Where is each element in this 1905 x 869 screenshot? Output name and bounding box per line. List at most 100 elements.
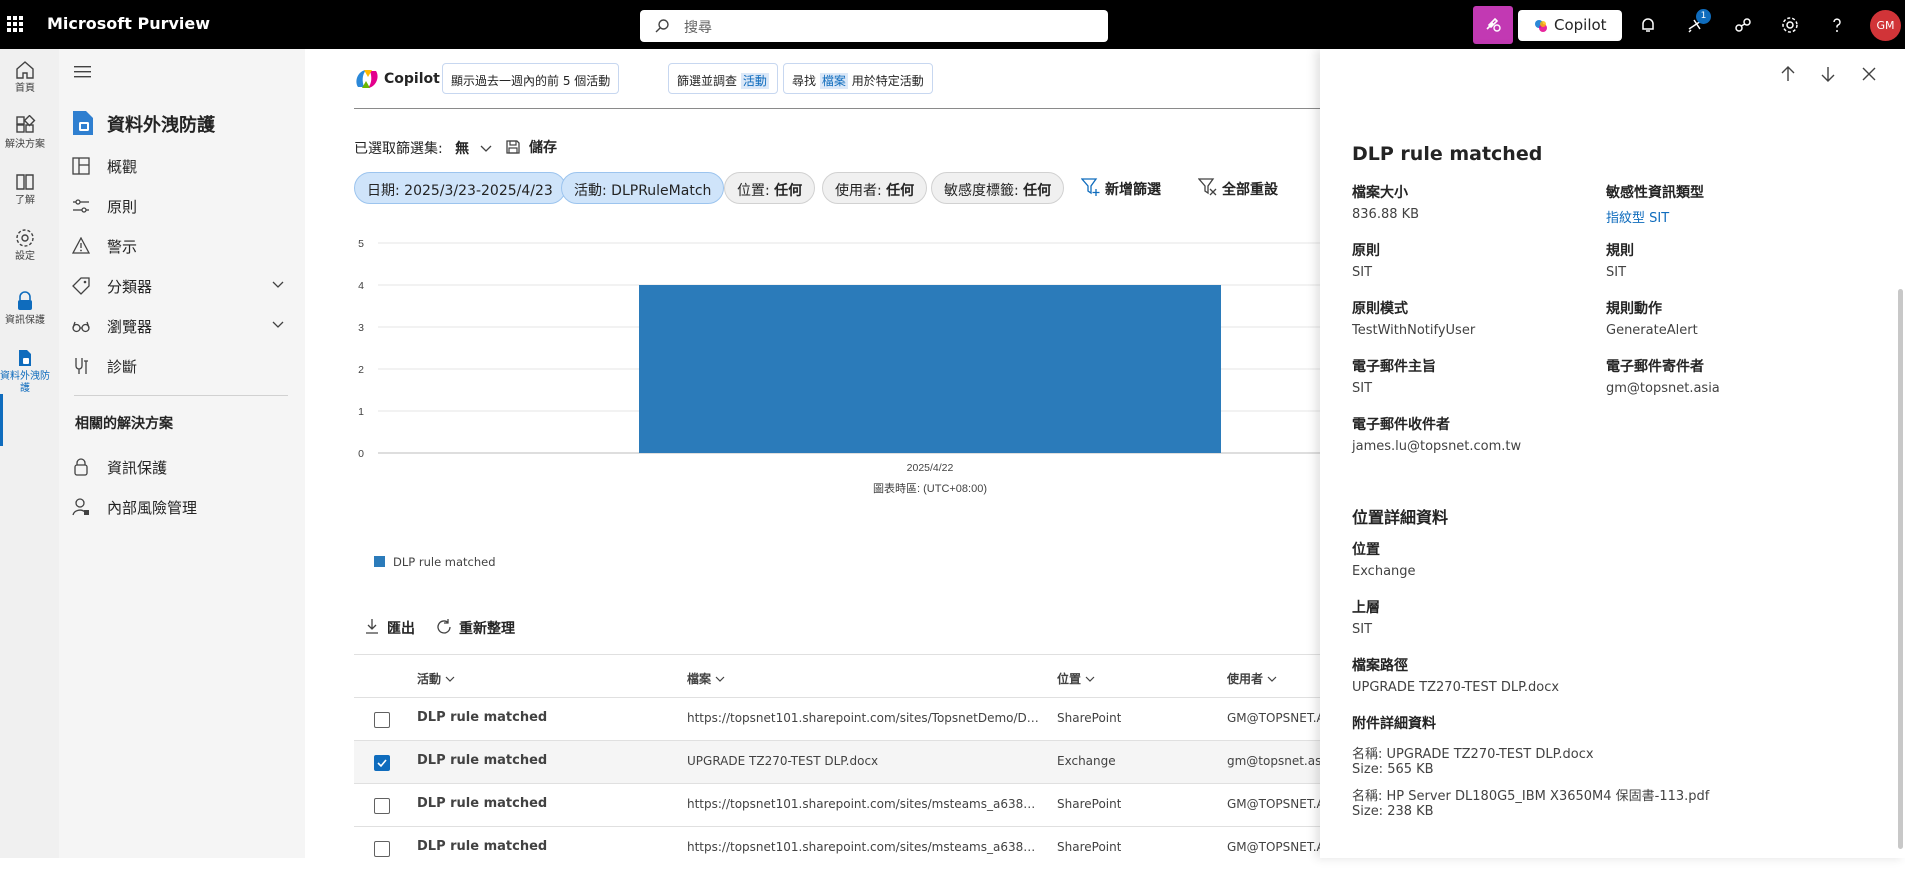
rail-item-settings[interactable]: 設定 <box>0 227 50 263</box>
field-value: james.lu@topsnet.com.tw <box>1352 439 1522 454</box>
nav-panel: 資料外洩防護 概觀 原則 警示 分類器 瀏覽器 診斷 相關的解決方案 資訊保護 … <box>59 49 305 858</box>
copilot-prompt-chip[interactable]: 篩選並調查 活動 <box>668 63 778 94</box>
row-checkbox-checked[interactable] <box>374 755 390 771</box>
connections-icon[interactable] <box>1733 15 1753 35</box>
chip-label: 日期: <box>367 183 400 199</box>
help-icon[interactable] <box>1827 15 1847 35</box>
nav-item-info-protection[interactable]: 資訊保護 <box>72 449 288 485</box>
chevron-down-icon <box>445 676 455 682</box>
y-tick-label: 5 <box>358 238 364 250</box>
row-checkbox[interactable] <box>374 712 390 728</box>
copilot-logo-icon <box>1535 20 1547 32</box>
field-value: TestWithNotifyUser <box>1352 323 1476 338</box>
copilot-prompt-chip[interactable]: 尋找 檔案 用於特定活動 <box>783 63 933 94</box>
chevron-down-icon[interactable] <box>272 321 284 329</box>
diagnostics-icon <box>75 358 88 374</box>
filter-chip-date[interactable]: 日期: 2025/3/23-2025/4/23 <box>354 172 566 204</box>
add-filter-label: 新增篩選 <box>1105 182 1161 198</box>
gear-icon <box>16 229 34 247</box>
table-row[interactable]: DLP rule matched UPGRADE TZ270-TEST DLP.… <box>354 740 1320 783</box>
panel-scrollbar[interactable] <box>1898 289 1903 849</box>
cell-location: SharePoint <box>1057 711 1122 725</box>
copilot-prompt-chip[interactable]: 顯示過去一週內的前 5 個活動 <box>442 63 620 94</box>
hamburger-icon[interactable] <box>74 65 92 79</box>
chip-value: 2025/3/23-2025/4/23 <box>404 183 553 199</box>
search-input[interactable]: 搜尋 <box>640 10 1108 42</box>
filter-chip-location[interactable]: 位置: 任何 <box>724 172 816 204</box>
nav-item-diagnostics[interactable]: 診斷 <box>72 348 288 384</box>
column-header-user[interactable]: 使用者 <box>1227 670 1277 687</box>
copilot-prompts-bar: Copilot 顯示過去一週內的前 5 個活動 篩選並調查 活動 尋找 檔案 用… <box>354 63 1314 95</box>
x-tick-label: 2025/4/22 <box>907 462 954 474</box>
rail-item-home[interactable]: 首頁 <box>0 59 50 95</box>
close-icon[interactable] <box>1860 65 1878 83</box>
attachment-name: 名稱: UPGRADE TZ270-TEST DLP.docx <box>1352 747 1594 762</box>
column-header-activity[interactable]: 活動 <box>417 670 455 687</box>
filter-set-value: 無 <box>455 141 470 157</box>
app-title[interactable]: Microsoft Purview <box>47 14 210 33</box>
rail-label: 設定 <box>15 251 35 262</box>
dlp-icon <box>73 111 93 135</box>
activity-chart: 0 1 2 3 4 5 2025/4/22 圖表時區: (UTC+08:00) <box>358 238 1320 495</box>
notification-badge: 1 <box>1696 9 1711 24</box>
user-avatar[interactable]: GM <box>1870 10 1901 41</box>
filter-chip-activity[interactable]: 活動: DLPRuleMatch <box>561 172 725 204</box>
prompt-highlight: 活動 <box>740 73 769 89</box>
rail-item-info-protection[interactable]: 資訊保護 <box>0 291 50 327</box>
table-row[interactable]: DLP rule matched https://topsnet101.shar… <box>354 783 1320 826</box>
reset-filter-icon <box>1198 178 1217 196</box>
nav-item-label: 分類器 <box>107 278 153 296</box>
details-title: DLP rule matched <box>1352 143 1543 165</box>
arrow-up-icon[interactable] <box>1779 65 1797 83</box>
attachment-name: 名稱: HP Server DL180G5_IBM X3650M4 保固書-11… <box>1352 789 1710 804</box>
chip-label: 使用者: <box>835 183 882 199</box>
search-placeholder: 搜尋 <box>684 20 712 36</box>
filter-chip-user[interactable]: 使用者: 任何 <box>822 172 928 204</box>
rail-item-learn[interactable]: 了解 <box>0 171 50 207</box>
filter-set-selector[interactable]: 已選取篩選集: 無 <box>354 138 492 158</box>
cell-file: https://topsnet101.sharepoint.com/sites/… <box>687 711 1042 725</box>
glasses-icon <box>72 321 90 333</box>
checkmark-icon <box>377 759 387 768</box>
cell-user: GM@TOPSNET.AS <box>1227 797 1320 811</box>
field-value: UPGRADE TZ270-TEST DLP.docx <box>1352 680 1560 695</box>
field-label: 原則模式 <box>1352 301 1408 317</box>
table-row[interactable]: DLP rule matched https://topsnet101.shar… <box>354 697 1320 740</box>
location-details-title: 位置詳細資料 <box>1352 508 1449 527</box>
row-checkbox[interactable] <box>374 798 390 814</box>
bell-icon[interactable] <box>1638 15 1658 35</box>
settings-gear-icon[interactable] <box>1780 15 1800 35</box>
column-header-label: 位置 <box>1057 672 1082 686</box>
chevron-down-icon[interactable] <box>272 281 284 289</box>
nav-item-overview[interactable]: 概觀 <box>72 148 288 184</box>
search-icon <box>655 19 669 33</box>
nav-item-alerts[interactable]: 警示 <box>72 228 288 264</box>
copilot-agent-button[interactable] <box>1473 6 1513 44</box>
cell-user: GM@TOPSNET.AS <box>1227 711 1320 725</box>
rail-item-dlp[interactable]: 資料外洩防護 <box>0 347 50 395</box>
app-launcher-icon[interactable] <box>7 16 23 32</box>
nav-item-policies[interactable]: 原則 <box>72 188 288 224</box>
rail-label: 資料外洩防護 <box>0 371 50 394</box>
info-protection-icon <box>18 291 32 310</box>
cell-user: GM@TOPSNET.AS <box>1227 840 1320 854</box>
prompt-text: 顯示過去一週內的前 5 個活動 <box>451 74 611 88</box>
copilot-button[interactable]: Copilot <box>1518 10 1622 41</box>
nav-item-explorers[interactable]: 瀏覽器 <box>72 308 288 344</box>
nav-item-classifiers[interactable]: 分類器 <box>72 268 288 304</box>
column-header-file[interactable]: 檔案 <box>687 670 725 687</box>
rail-item-solutions[interactable]: 解決方案 <box>0 115 50 151</box>
table-row[interactable]: DLP rule matched https://topsnet101.shar… <box>354 826 1320 869</box>
filter-chip-sensitivity-label[interactable]: 敏感度標籤: 任何 <box>931 172 1065 204</box>
nav-item-insider-risk[interactable]: 內部風險管理 <box>72 489 288 525</box>
export-label: 匯出 <box>387 621 415 637</box>
column-header-location[interactable]: 位置 <box>1057 670 1095 687</box>
nav-item-label: 警示 <box>107 238 138 256</box>
cell-location: Exchange <box>1057 754 1116 768</box>
arrow-down-icon[interactable] <box>1819 65 1837 83</box>
row-checkbox[interactable] <box>374 841 390 857</box>
field-value: SIT <box>1606 265 1627 280</box>
bar <box>639 285 1221 453</box>
chip-label: 活動: <box>574 183 607 199</box>
field-value-link[interactable]: 指紋型 SIT <box>1606 207 1669 226</box>
